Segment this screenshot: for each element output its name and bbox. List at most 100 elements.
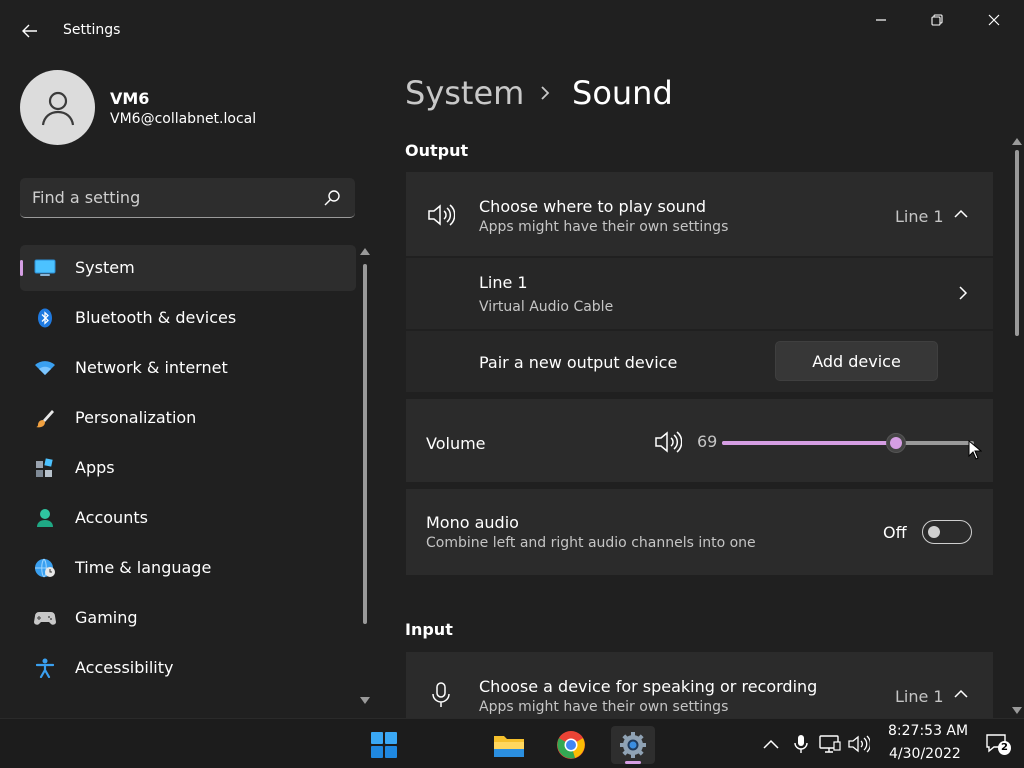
input-choose-title: Choose a device for speaking or recordin…: [479, 677, 818, 696]
settings-taskbar-button[interactable]: [611, 726, 655, 764]
start-button[interactable]: [362, 726, 406, 764]
sidebar-item-bluetooth[interactable]: Bluetooth & devices: [20, 295, 356, 341]
output-choose-description: Apps might have their own settings: [479, 219, 729, 235]
mono-audio-description: Combine left and right audio channels in…: [426, 535, 756, 551]
restore-icon: [931, 14, 943, 26]
output-selected-device: Line 1: [895, 207, 944, 226]
device-subtitle: Virtual Audio Cable: [479, 299, 614, 315]
sidebar-item-personalization[interactable]: Personalization: [20, 395, 356, 441]
apps-icon: [34, 458, 56, 478]
active-app-indicator: [625, 761, 641, 764]
bluetooth-icon: [34, 308, 56, 328]
microphone-icon: [794, 735, 808, 753]
volume-value: 69: [697, 432, 718, 451]
clock-date[interactable]: 4/30/2022: [889, 746, 961, 762]
main-scrollbar[interactable]: [1011, 138, 1023, 714]
chrome-icon: [557, 731, 585, 759]
settings-icon: [620, 732, 646, 758]
input-device-expander[interactable]: Choose a device for speaking or recordin…: [406, 652, 993, 718]
chevron-up-icon[interactable]: [954, 689, 968, 699]
close-button[interactable]: [971, 6, 1017, 34]
user-icon: [41, 91, 74, 125]
search-box[interactable]: [20, 178, 355, 218]
sidebar-item-label: Personalization: [75, 408, 197, 427]
sidebar-item-label: Network & internet: [75, 358, 228, 377]
search-icon[interactable]: [323, 189, 341, 207]
pair-output-device-row: Pair a new output device Add device: [406, 331, 993, 392]
sidebar-item-accounts[interactable]: Accounts: [20, 495, 356, 541]
sidebar-item-time-language[interactable]: Time & language: [20, 545, 356, 591]
sidebar-nav: System Bluetooth & devices Network & int…: [20, 245, 356, 695]
microphone-tray-button[interactable]: [790, 733, 812, 755]
sidebar-item-accessibility[interactable]: Accessibility: [20, 645, 356, 691]
device-name: Line 1: [479, 273, 528, 292]
sidebar-item-apps[interactable]: Apps: [20, 445, 356, 491]
volume-tray-button[interactable]: [848, 733, 870, 755]
active-indicator: [20, 260, 23, 276]
sidebar-scrollbar[interactable]: [360, 248, 370, 704]
sidebar-item-system[interactable]: System: [20, 245, 356, 291]
scroll-up-icon[interactable]: [1012, 138, 1022, 145]
microphone-icon: [426, 680, 456, 710]
output-choose-title: Choose where to play sound: [479, 197, 707, 216]
slider-thumb[interactable]: [885, 433, 906, 453]
app-title: Settings: [63, 22, 121, 38]
gamepad-icon: [34, 608, 56, 628]
pair-output-label: Pair a new output device: [479, 353, 678, 372]
breadcrumb-parent[interactable]: System: [405, 74, 524, 112]
settings-window: Settings VM6 VM6@collabnet.local System: [0, 0, 1024, 718]
restore-button[interactable]: [914, 6, 960, 34]
scroll-down-icon[interactable]: [360, 697, 370, 704]
user-name: VM6: [110, 89, 150, 108]
speaker-icon: [426, 200, 456, 230]
mono-audio-toggle[interactable]: [922, 520, 972, 544]
notification-center-button[interactable]: 2: [985, 733, 1011, 757]
chevron-up-icon: [763, 739, 779, 749]
sidebar-item-label: Time & language: [75, 558, 212, 577]
notification-badge: 2: [998, 741, 1011, 755]
mouse-cursor-icon: [968, 440, 982, 460]
back-arrow-icon: [22, 24, 37, 38]
close-icon: [988, 14, 1000, 26]
sidebar-item-gaming[interactable]: Gaming: [20, 595, 356, 641]
output-device-expander[interactable]: Choose where to play sound Apps might ha…: [406, 172, 993, 256]
show-hidden-icons-button[interactable]: [760, 733, 782, 755]
file-explorer-icon: [494, 736, 524, 757]
input-choose-description: Apps might have their own settings: [479, 699, 729, 715]
globe-clock-icon: [34, 558, 56, 578]
user-email: VM6@collabnet.local: [110, 111, 257, 127]
back-button[interactable]: [14, 18, 46, 44]
taskbar: 8:27:53 AM 4/30/2022 2: [0, 718, 1024, 768]
scroll-up-icon[interactable]: [360, 248, 370, 255]
speaker-mute-toggle-icon[interactable]: [654, 431, 682, 453]
scroll-down-icon[interactable]: [1012, 707, 1022, 714]
output-device-line1[interactable]: Line 1 Virtual Audio Cable: [406, 258, 993, 329]
volume-card: Volume 69: [406, 399, 993, 482]
slider-fill: [722, 441, 896, 445]
mono-audio-card: Mono audio Combine left and right audio …: [406, 489, 993, 575]
sidebar-scroll-thumb[interactable]: [363, 264, 367, 624]
system-icon: [34, 258, 56, 278]
sidebar-item-label: Apps: [75, 458, 115, 477]
sidebar-item-label: Gaming: [75, 608, 138, 627]
network-tray-button[interactable]: [819, 733, 841, 755]
avatar[interactable]: [20, 70, 95, 145]
clock-time[interactable]: 8:27:53 AM: [888, 723, 968, 739]
sidebar-item-label: Bluetooth & devices: [75, 308, 237, 327]
chevron-up-icon[interactable]: [954, 209, 968, 219]
volume-label: Volume: [426, 434, 486, 453]
main-scroll-thumb[interactable]: [1015, 150, 1019, 336]
file-explorer-button[interactable]: [487, 726, 531, 764]
minimize-button[interactable]: [858, 6, 904, 34]
wifi-icon: [34, 358, 56, 378]
sidebar-item-network[interactable]: Network & internet: [20, 345, 356, 391]
accessibility-icon: [34, 658, 56, 678]
add-device-button[interactable]: Add device: [775, 341, 938, 381]
search-input[interactable]: [32, 178, 312, 216]
volume-slider[interactable]: [722, 433, 974, 453]
slider-thumb-dot: [889, 437, 902, 449]
volume-icon: [848, 735, 870, 753]
toggle-knob: [928, 526, 940, 538]
sidebar-item-label: Accounts: [75, 508, 148, 527]
chrome-button[interactable]: [549, 726, 593, 764]
